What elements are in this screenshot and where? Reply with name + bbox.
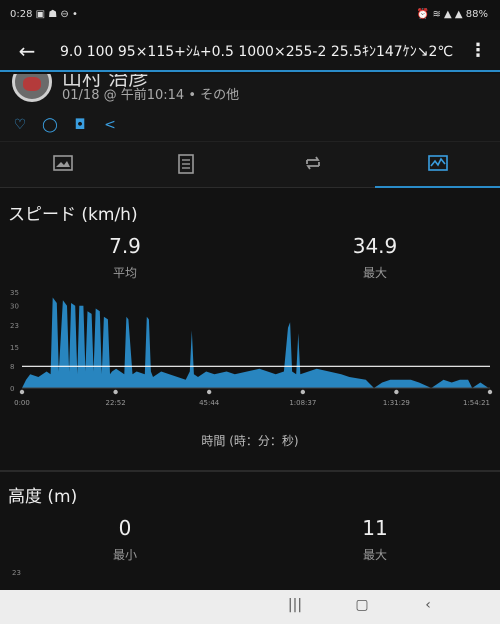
status-system-icons: ⏰ ≋ ▲ ▲ 88% (416, 9, 488, 20)
repeat-icon (306, 156, 320, 170)
speed-avg-label: 平均 (112, 266, 137, 280)
activity-meta: 01/18 @ 午前10:14 • その他 (62, 88, 240, 103)
altitude-y-tick: 23 (12, 569, 21, 577)
altitude-title: 高度 (m) (8, 487, 78, 507)
speed-area-series (22, 297, 490, 388)
speed-avg-value: 7.9 (109, 234, 141, 258)
tab-details[interactable] (125, 142, 250, 188)
back-arrow-icon[interactable]: ← (12, 36, 42, 66)
action-row: ♡ ◯ ◘ < (0, 110, 500, 142)
speed-max-label: 最大 (362, 266, 387, 280)
x-tick-label: 45:44 (199, 399, 220, 407)
y-tick-label: 15 (10, 344, 19, 352)
speed-section: スピード (km/h) 7.9 平均 34.9 最大 35 30 23 15 8 0 0:0… (0, 190, 500, 470)
altitude-min-value: 0 (118, 516, 132, 540)
speed-title: スピード (km/h) (8, 205, 138, 225)
x-tick-label: 1:08:37 (289, 399, 316, 407)
add-photo-icon[interactable]: ◘ (70, 117, 90, 135)
x-tick-label: 22:52 (106, 399, 126, 407)
status-time: 0:28 ▣ ☗ ⊖ • (10, 9, 78, 20)
document-icon (178, 154, 194, 174)
x-tick-dot (19, 389, 25, 395)
android-nav-bar: ||| ▢ ‹ (0, 590, 500, 624)
x-tick-label: 0:00 (14, 399, 30, 407)
status-notification-icons: ▣ ☗ ⊖ • (35, 9, 78, 20)
activity-title: 9.0 100 95×115+ｼﾑ+0.5 1000×255-2 25.5ｷﾝ1… (60, 44, 454, 60)
x-tick-label: 1:54:21 (463, 399, 490, 407)
activity-header: 山村 治彦 01/18 @ 午前10:14 • その他 (0, 74, 500, 110)
y-tick-label: 8 (10, 363, 14, 371)
back-nav-icon[interactable]: ‹ (413, 597, 443, 617)
comment-icon[interactable]: ◯ (40, 117, 60, 135)
speed-max-value: 34.9 (352, 234, 398, 258)
x-tick-dot (206, 389, 212, 395)
x-tick-dot (300, 389, 306, 395)
x-axis-label: 時間 (時：分：秒) (201, 434, 299, 448)
y-tick-label: 35 (10, 289, 19, 297)
image-icon (53, 155, 73, 171)
x-tick-dot (394, 389, 399, 395)
tab-summary[interactable] (0, 142, 125, 188)
x-tick-dot (487, 389, 493, 395)
altitude-section: 高度 (m) 0 最小 11 最大 23 (0, 472, 500, 590)
x-tick-dot (113, 389, 118, 395)
more-menu-icon[interactable]: ⋮ (466, 36, 490, 66)
home-icon[interactable]: ▢ (347, 597, 377, 617)
x-tick-label: 1:31:29 (383, 399, 410, 407)
altitude-max-value: 11 (362, 516, 388, 540)
tab-bar (0, 142, 500, 188)
tab-laps[interactable] (250, 142, 375, 188)
avatar[interactable] (12, 74, 52, 102)
status-bar: 0:28 ▣ ☗ ⊖ • ⏰ ≋ ▲ ▲ 88% (0, 0, 500, 30)
tab-charts[interactable] (375, 142, 500, 188)
y-tick-label: 0 (10, 385, 14, 393)
chart-icon (428, 155, 448, 171)
speed-chart[interactable]: 35 30 23 15 8 00:00 22:52 45:44 1:08:37 1:31:29 1:… (0, 288, 500, 418)
y-tick-label: 23 (10, 322, 19, 330)
app-bar: ← 9.0 100 95×115+ｼﾑ+0.5 1000×255-2 25.5ｷ… (0, 30, 500, 72)
altitude-min-label: 最小 (112, 548, 137, 562)
y-tick-label: 30 (10, 303, 19, 311)
like-icon[interactable]: ♡ (10, 117, 30, 135)
share-icon[interactable]: < (100, 117, 120, 135)
recent-apps-icon[interactable]: ||| (280, 597, 310, 617)
altitude-max-label: 最大 (362, 548, 387, 562)
